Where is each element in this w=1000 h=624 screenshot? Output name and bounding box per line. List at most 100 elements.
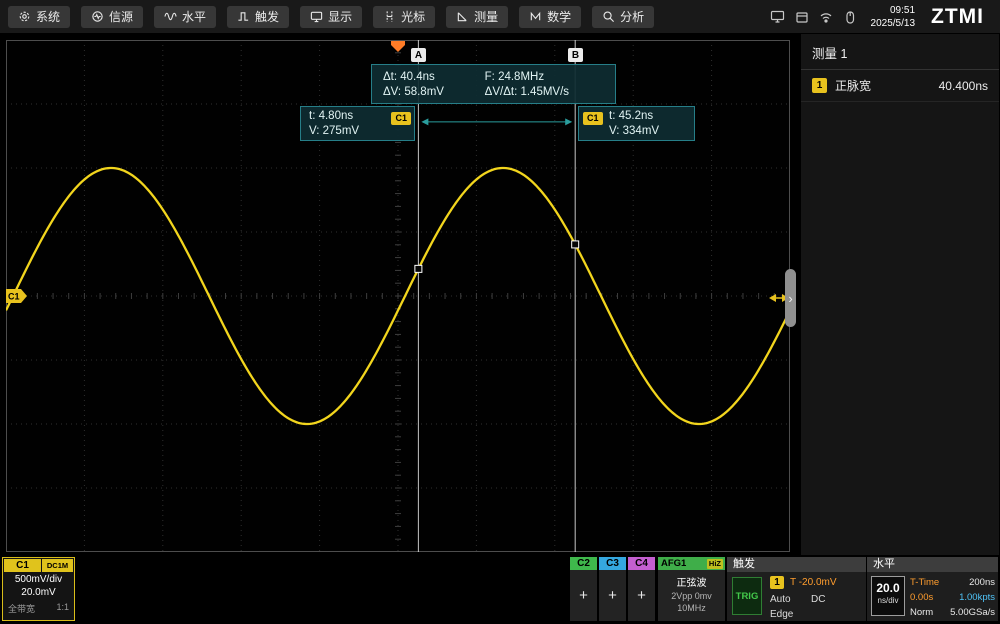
delta-time-value: Δt: 40.4ns	[383, 71, 485, 83]
storage-status-icon[interactable]	[795, 10, 809, 24]
menu-source-button[interactable]: 信源	[81, 6, 143, 28]
measurement-value: 40.400ns	[939, 79, 988, 93]
channel-c4-badge: C4	[628, 557, 655, 570]
t-time-value: 200ns	[969, 577, 995, 588]
channel-c3-badge: C3	[599, 557, 626, 570]
cursor-a-channel-badge: C1	[391, 112, 411, 125]
menu-measure-label: 测量	[474, 8, 498, 25]
cursor-delta-arrowhead-left	[421, 118, 428, 125]
monitor-status-icon[interactable]	[770, 9, 785, 24]
channel-c2-badge: C2	[570, 557, 597, 570]
menu-system-button[interactable]: 系统	[8, 6, 70, 28]
mouse-status-icon[interactable]	[843, 10, 857, 24]
clock-date: 2025/5/13	[871, 17, 916, 30]
channel-c2-panel[interactable]: C2 +	[570, 557, 597, 621]
clock-time: 09:51	[871, 4, 916, 17]
menu-system-label: 系统	[36, 8, 60, 25]
channel-c1-level-label: C1	[8, 292, 20, 302]
menu-source-label: 信源	[109, 8, 133, 25]
cursor-delta-arrowhead-right	[565, 118, 572, 125]
trigger-position-marker[interactable]	[391, 41, 405, 52]
channel-c1-scale: 500mV/div	[3, 574, 74, 585]
menu-math-button[interactable]: 数学	[519, 6, 581, 28]
afg1-badge: AFG1	[661, 558, 707, 569]
sine-wave-icon	[164, 10, 177, 23]
cursor-b-trace-marker[interactable]	[572, 241, 579, 248]
menu-cursor-label: 光标	[401, 8, 425, 25]
gear-icon	[18, 10, 31, 23]
measurement-row[interactable]: 1 正脉宽 40.400ns	[801, 70, 999, 102]
timebase-scale-box[interactable]: 20.0 ns/div	[871, 576, 905, 616]
t-time-label: T-Time	[910, 577, 939, 588]
channel-c1-panel[interactable]: C1 DC1M 500mV/div 20.0mV 全带宽 1:1	[2, 557, 75, 621]
channel-c1-offset: 20.0mV	[3, 587, 74, 598]
afg1-panel[interactable]: AFG1 HiZ 正弦波 2Vpp 0mv 10MHz	[658, 557, 725, 621]
brand-logo: ZTMI	[931, 5, 984, 29]
channel-c3-panel[interactable]: C3 +	[599, 557, 626, 621]
horizontal-row-2: 0.00s 1.00kpts	[910, 592, 995, 603]
display-icon	[310, 10, 323, 23]
afg1-amplitude: 2Vpp 0mv	[658, 591, 725, 601]
measure-icon	[456, 10, 469, 23]
trigger-panel-title: 触发	[727, 557, 866, 572]
trigger-coupling-value: DC	[811, 594, 825, 605]
delta-frequency-value: F: 24.8MHz	[485, 71, 604, 83]
main-area: C1 A B Δt: 40.4ns F: 24.8MHz ΔV: 58.8mV …	[0, 33, 1000, 556]
cursor-b-voltage: V: 334mV	[609, 124, 686, 139]
afg1-header: AFG1 HiZ	[658, 557, 725, 570]
cursor-lines-icon	[383, 10, 396, 23]
menu-trigger-label: 触发	[255, 8, 279, 25]
acquisition-mode-value: Norm	[910, 607, 933, 618]
menu-horizontal-button[interactable]: 水平	[154, 6, 216, 28]
top-toolbar: 系统 信源 水平 触发 显示 光标 测量 数学	[0, 0, 1000, 33]
waveform-area[interactable]: C1 A B Δt: 40.4ns F: 24.8MHz ΔV: 58.8mV …	[0, 33, 800, 556]
record-length-value: 1.00kpts	[959, 592, 995, 603]
network-status-icon[interactable]	[819, 10, 833, 24]
trigger-panel[interactable]: 触发 TRIG 1 T -20.0mV Auto DC Edge	[727, 557, 866, 621]
menu-cursor-button[interactable]: 光标	[373, 6, 435, 28]
horizontal-reference-arrowhead-left	[769, 294, 776, 302]
trigger-source-badge: 1	[770, 576, 784, 589]
horizontal-row-1: T-Time 200ns	[910, 577, 995, 588]
horizontal-panel[interactable]: 水平 20.0 ns/div T-Time 200ns 0.00s 1.00kp…	[867, 557, 998, 621]
afg1-frequency: 10MHz	[658, 603, 725, 613]
cursor-a-trace-marker[interactable]	[415, 265, 422, 272]
toolbar-status-cluster: 09:51 2025/5/13 ZTMI	[770, 4, 994, 30]
cursor-b-handle[interactable]: B	[568, 48, 583, 62]
side-panel-handle[interactable]: ›	[785, 269, 796, 327]
afg1-waveform: 正弦波	[658, 574, 725, 589]
trig-status-button[interactable]: TRIG	[732, 577, 762, 615]
cursor-b-readout: t: 45.2ns V: 334mV C1	[578, 106, 695, 141]
menu-analysis-button[interactable]: 分析	[592, 6, 654, 28]
channel-c3-add[interactable]: +	[599, 570, 626, 620]
trigger-mode-value: Auto	[770, 594, 791, 605]
cursor-a-voltage: V: 275mV	[309, 124, 406, 139]
measurement-index-badge: 1	[812, 78, 827, 93]
measure-panel: 测量 1 1 正脉宽 40.400ns	[801, 34, 999, 555]
trigger-edge-icon	[237, 10, 250, 23]
channel-c2-add[interactable]: +	[570, 570, 597, 620]
menu-measure-button[interactable]: 测量	[446, 6, 508, 28]
channel-c4-panel[interactable]: C4 +	[628, 557, 655, 621]
timebase-scale-value: 20.0	[872, 581, 904, 595]
afg1-impedance-badge: HiZ	[707, 559, 723, 569]
channel-c1-probe: 1:1	[56, 602, 69, 615]
math-icon	[529, 10, 542, 23]
trigger-level-value: T -20.0mV	[790, 577, 837, 588]
measure-panel-title: 测量 1	[801, 34, 999, 70]
source-icon	[91, 10, 104, 23]
channel-c1-bandwidth: 全带宽	[8, 602, 35, 615]
chevron-right-icon: ›	[788, 291, 792, 306]
cursor-b-time: t: 45.2ns	[609, 109, 686, 124]
channel-c1-badge: C1	[4, 559, 41, 572]
menu-display-button[interactable]: 显示	[300, 6, 362, 28]
cursor-a-handle[interactable]: A	[411, 48, 426, 62]
menu-trigger-button[interactable]: 触发	[227, 6, 289, 28]
timebase-scale-unit: ns/div	[872, 596, 904, 605]
channel-c1-header: C1 DC1M	[4, 559, 73, 572]
sample-rate-value: 5.00GSa/s	[950, 607, 995, 618]
trigger-type-value: Edge	[770, 609, 793, 620]
channel-c1-extra: 全带宽 1:1	[3, 602, 74, 615]
clock: 09:51 2025/5/13	[871, 4, 916, 30]
channel-c4-add[interactable]: +	[628, 570, 655, 620]
